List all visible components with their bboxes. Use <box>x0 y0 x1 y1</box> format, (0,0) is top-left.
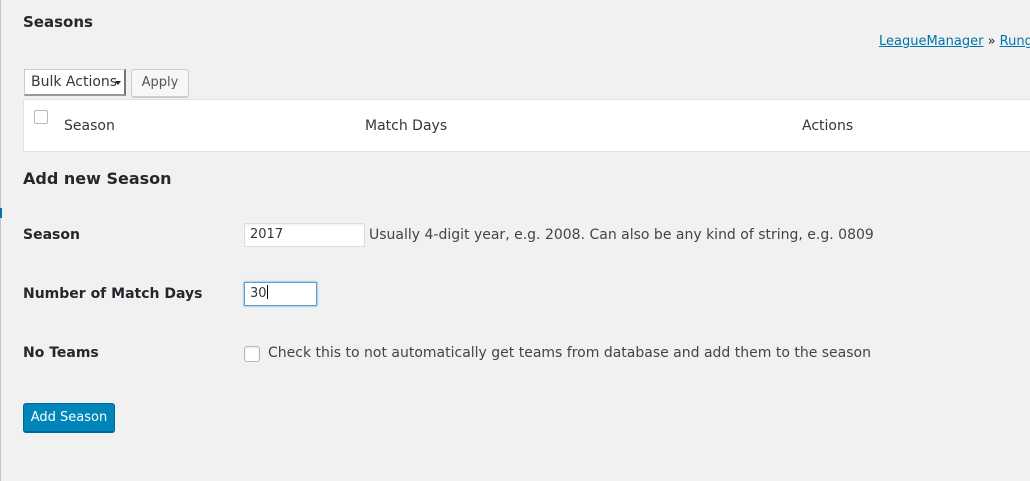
add-season-heading: Add new Season <box>23 169 172 188</box>
season-input[interactable]: 2017 <box>244 223 365 247</box>
column-header-season[interactable]: Season <box>64 117 115 135</box>
breadcrumb-separator: » <box>983 34 1000 49</box>
add-season-button[interactable]: Add Season <box>23 403 115 432</box>
season-label: Season <box>23 227 80 243</box>
bulk-actions-value: Bulk Actions <box>31 74 118 90</box>
admin-sidebar-edge <box>0 0 1 481</box>
seasons-table-header <box>23 99 1030 152</box>
season-input-value: 2017 <box>250 227 284 242</box>
column-header-match-days[interactable]: Match Days <box>365 117 447 135</box>
admin-sidebar-accent <box>0 208 2 218</box>
season-description: Usually 4-digit year, e.g. 2008. Can als… <box>369 227 874 243</box>
bulk-actions-select[interactable]: Bulk Actions <box>24 69 126 96</box>
dropdown-caret-icon <box>115 81 121 85</box>
text-cursor <box>266 285 268 299</box>
apply-button[interactable]: Apply <box>131 69 189 97</box>
match-days-label: Number of Match Days <box>23 286 203 302</box>
match-days-input[interactable]: 30 <box>244 282 317 306</box>
match-days-input-value: 30 <box>250 286 267 301</box>
no-teams-label: No Teams <box>23 345 99 361</box>
column-header-actions: Actions <box>802 118 854 134</box>
breadcrumb: LeagueManager » Rungkut <box>879 33 1030 51</box>
breadcrumb-link-league[interactable]: Rungkut <box>1000 34 1030 49</box>
no-teams-description: Check this to not automatically get team… <box>268 345 871 361</box>
breadcrumb-link-leaguemanager[interactable]: LeagueManager <box>879 34 983 49</box>
select-all-checkbox[interactable] <box>34 110 48 124</box>
page-title: Seasons <box>23 13 93 31</box>
no-teams-checkbox[interactable] <box>244 346 260 362</box>
